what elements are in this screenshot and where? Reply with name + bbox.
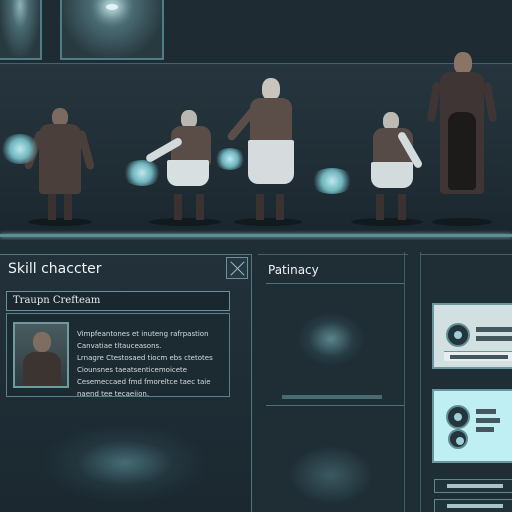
character-3[interactable]	[226, 68, 310, 226]
thumbnail-slot-1[interactable]	[0, 0, 42, 60]
skill-character-panel: Skill chaccter Traupn Crefteam Vimpfeant…	[0, 254, 252, 512]
showcase-divider	[0, 234, 512, 237]
thumbnail-slot-2[interactable]	[60, 0, 164, 60]
glow-effect	[288, 445, 374, 505]
divider	[404, 252, 405, 512]
panel-title: Patinacy	[268, 263, 319, 277]
skill-icon	[448, 429, 468, 449]
skill-icon	[446, 323, 470, 347]
skill-card-column	[420, 254, 512, 512]
progress-bar	[282, 395, 382, 399]
character-info-card: Vimpfeantones et inuteng rafrpastion Can…	[6, 313, 230, 400]
character-showcase	[0, 52, 512, 236]
panel-glow-effect	[40, 423, 210, 503]
skill-card-1[interactable]	[432, 303, 512, 369]
divider	[266, 405, 404, 406]
spell-effect-1	[0, 134, 40, 164]
thumbnail-glow	[106, 4, 118, 10]
description-line: naend tee tecaeiion.	[77, 390, 150, 398]
skill-slot-bar[interactable]	[434, 479, 512, 493]
character-name: Traupn Crefteam	[13, 295, 101, 306]
bottom-panel-area: Skill chaccter Traupn Crefteam Vimpfeant…	[0, 240, 512, 512]
description-line: Lrnagre Ctestosaed tiocm ebs ctetotes	[77, 354, 213, 362]
description-line: Vimpfeantones et inuteng rafrpastion	[77, 330, 209, 338]
panel-title: Skill chaccter	[8, 261, 102, 277]
close-icon[interactable]	[226, 257, 248, 279]
description-line: Cesemeccaed fmd fmoreltce taec taie	[77, 378, 211, 386]
glow-effect	[296, 311, 366, 367]
character-5[interactable]	[424, 52, 500, 226]
character-description: Vimpfeantones et inuteng rafrpastion Can…	[77, 328, 227, 400]
character-4[interactable]	[342, 92, 432, 226]
skill-slot-bar[interactable]	[434, 499, 512, 512]
description-line: Ciounsnes taeatsenticemoicete	[77, 366, 188, 374]
spell-effect-3	[214, 148, 246, 170]
skill-icon	[446, 405, 470, 429]
patinacy-panel: Patinacy	[258, 254, 408, 512]
character-name-header: Traupn Crefteam	[6, 291, 230, 311]
skill-card-2[interactable]	[432, 389, 512, 463]
description-line: Canvatiae tltauceasons.	[77, 342, 162, 350]
spell-effect-2	[122, 160, 162, 186]
character-portrait[interactable]	[13, 322, 69, 388]
spell-effect-4	[310, 168, 354, 194]
divider	[266, 283, 404, 284]
